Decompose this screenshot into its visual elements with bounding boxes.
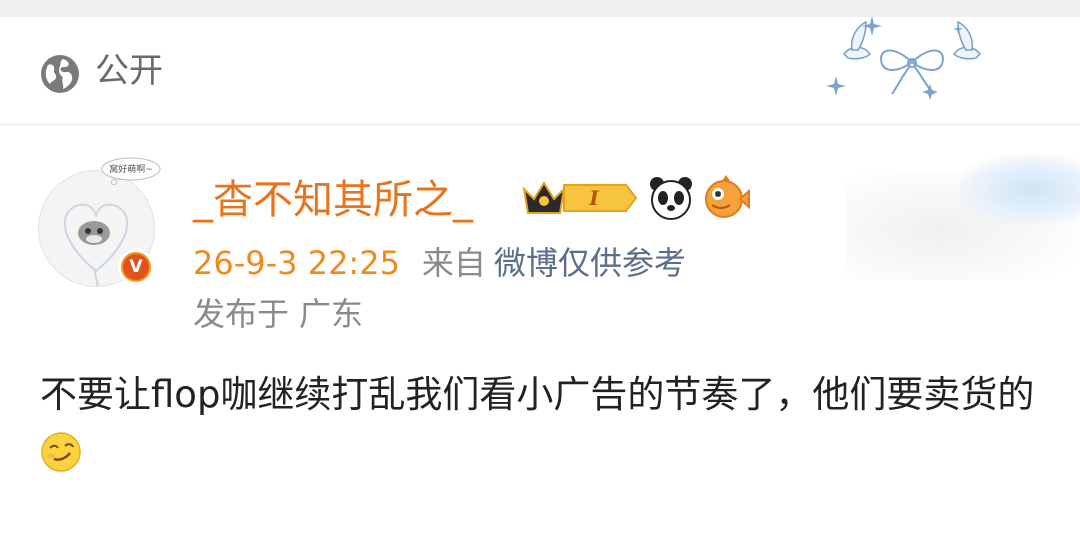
post-text: 不要让flop咖继续打乱我们看小广告的节奏了，他们要卖货的 [40, 373, 1035, 416]
post-meta: 26-9-3 22:25 来自 微博仅供参考 [193, 242, 686, 284]
verified-badge-letter: V [123, 254, 149, 280]
section-divider [0, 124, 1080, 125]
post-source[interactable]: 微博仅供参考 [494, 244, 686, 282]
region-value: 广东 [299, 295, 364, 333]
smirk-emoji [41, 432, 81, 472]
post-body: 不要让flop咖继续打乱我们看小广告的节奏了，他们要卖货的 [40, 365, 1040, 485]
thought-bubble: 窝好萌啊~ [101, 157, 161, 185]
panda-badge[interactable] [648, 175, 694, 221]
level-badge-text: I [588, 186, 599, 210]
globe-icon [41, 55, 79, 93]
username[interactable]: _杳不知其所之_ [193, 174, 473, 226]
region-label: 发布于 [193, 295, 290, 333]
verified-badge: V [118, 249, 154, 285]
crown-level-badge[interactable]: I [522, 175, 638, 221]
user-avatar[interactable]: 窝好萌啊~ V [38, 157, 161, 287]
post-region: 发布于 广东 [193, 293, 363, 335]
visibility-label: 公开 [95, 51, 163, 91]
ribbon-doves-decoration [826, 16, 982, 100]
fish-badge[interactable] [702, 175, 750, 221]
bubble-text: 窝好萌啊~ [109, 163, 153, 175]
blurred-area-blue [960, 155, 1080, 225]
post-time: 26-9-3 22:25 [193, 244, 400, 282]
source-prefix: 来自 [421, 244, 486, 282]
